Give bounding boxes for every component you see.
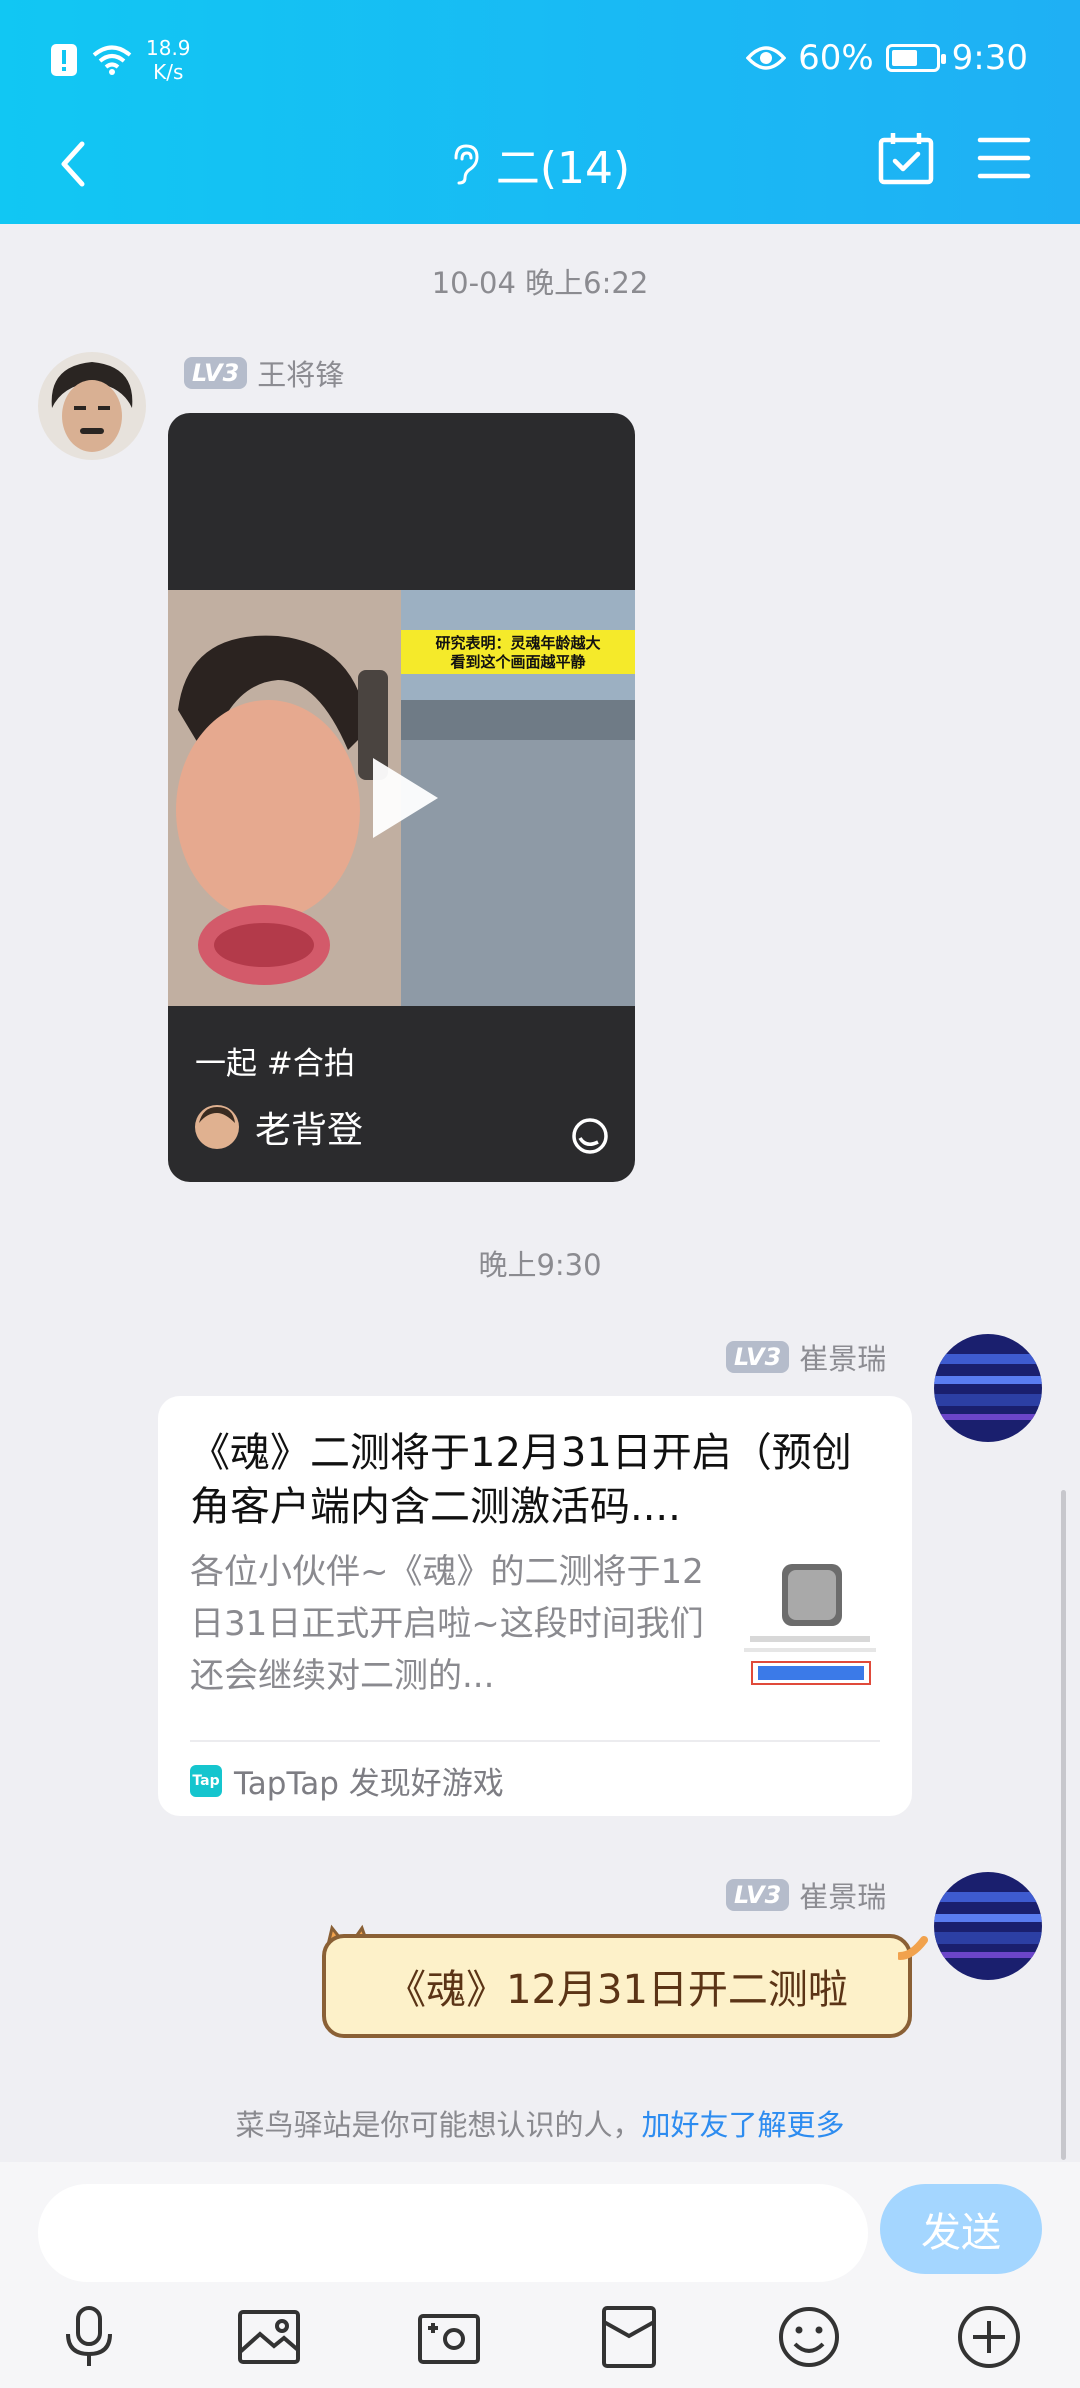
header: 18.9 K/s 60% 9:30 二(14) xyxy=(0,0,1080,224)
link-share-card[interactable]: 《魂》二测将于12月31日开启（预创角客户端内含二测激活码.... 各位小伙伴~… xyxy=(158,1396,912,1816)
red-packet-icon[interactable] xyxy=(596,2304,662,2370)
link-thumbnail xyxy=(740,1556,880,1696)
chat-title-text: 二(14) xyxy=(495,143,631,194)
input-area: 发送 xyxy=(0,2162,1080,2388)
battery-percent: 60% xyxy=(798,38,874,78)
link-title: 《魂》二测将于12月31日开启（预创角客户端内含二测激活码.... xyxy=(190,1430,852,1530)
video-author: 老背登 xyxy=(195,1101,363,1153)
clock: 9:30 xyxy=(951,38,1028,78)
author-avatar xyxy=(195,1105,239,1149)
camera-icon[interactable] xyxy=(416,2304,482,2370)
ear-icon xyxy=(454,144,479,185)
menu-icon[interactable] xyxy=(976,130,1032,186)
sender-line: LV3 崔景瑞 xyxy=(726,1336,886,1378)
link-source: Tap TapTap 发现好游戏 xyxy=(190,1758,504,1803)
calendar-check-icon[interactable] xyxy=(876,128,936,188)
add-friend-link[interactable]: 加好友了解更多 xyxy=(642,2108,845,2142)
avatar[interactable] xyxy=(934,1334,1042,1442)
video-thumbnail: 研究表明：灵魂年龄越大 看到这个画面越平静 xyxy=(168,590,635,1006)
sender-name[interactable]: 崔景瑞 xyxy=(799,1336,886,1378)
video-author-name: 老背登 xyxy=(255,1110,364,1151)
emoji-icon[interactable] xyxy=(776,2304,842,2370)
cat-tail-decoration-icon xyxy=(898,1936,928,1960)
scrollbar[interactable] xyxy=(1061,1490,1066,2160)
wifi-icon xyxy=(92,45,132,75)
video-banner-line2: 看到这个画面越平静 xyxy=(450,653,585,671)
battery-fill xyxy=(891,50,917,66)
send-button[interactable]: 发送 xyxy=(880,2184,1042,2274)
notice-text: 菜鸟驿站是你可能想认识的人， xyxy=(235,2108,642,2142)
video-caption: 一起 #合拍 xyxy=(195,1046,355,1082)
message-timestamp: 晚上9:30 xyxy=(478,1248,602,1282)
sender-line: LV3 王将锋 xyxy=(184,352,344,394)
level-badge: LV3 xyxy=(184,357,248,389)
taptap-logo-icon: Tap xyxy=(190,1764,222,1797)
alert-icon xyxy=(51,44,77,76)
sender-name[interactable]: 崔景瑞 xyxy=(799,1874,886,1916)
message-input[interactable] xyxy=(38,2184,868,2282)
image-icon[interactable] xyxy=(236,2304,302,2370)
video-banner-line1: 研究表明：灵魂年龄越大 xyxy=(435,634,600,652)
level-badge: LV3 xyxy=(726,1341,790,1373)
message-bubble[interactable]: 《魂》12月31日开二测啦 xyxy=(322,1934,912,2038)
message-timestamp: 10-04 晚上6:22 xyxy=(431,266,649,300)
nav-bar: 二(14) xyxy=(0,120,1080,224)
eye-icon xyxy=(746,46,787,70)
level-badge: LV3 xyxy=(726,1879,790,1911)
sender-name[interactable]: 王将锋 xyxy=(257,352,344,394)
friend-suggestion-notice: 菜鸟驿站是你可能想认识的人，加好友了解更多 xyxy=(0,2102,1080,2144)
plus-icon[interactable] xyxy=(956,2304,1022,2370)
network-speed: 18.9 K/s xyxy=(146,36,191,84)
sender-line: LV3 崔景瑞 xyxy=(726,1874,886,1916)
battery-icon xyxy=(885,44,946,72)
divider xyxy=(190,1740,880,1742)
video-message-card[interactable]: 研究表明：灵魂年龄越大 看到这个画面越平静 一起 #合拍 老背登 xyxy=(168,413,635,1182)
microphone-icon[interactable] xyxy=(56,2304,122,2370)
status-bar: 18.9 K/s 60% 9:30 xyxy=(0,0,1080,120)
avatar[interactable] xyxy=(38,352,146,460)
avatar[interactable] xyxy=(934,1872,1042,1980)
link-source-text: TapTap 发现好游戏 xyxy=(234,1766,504,1802)
link-description: 各位小伙伴~《魂》的二测将于12日31日正式开启啦~这段时间我们还会继续对二测的… xyxy=(190,1552,704,1696)
video-app-logo-icon xyxy=(572,1118,608,1154)
